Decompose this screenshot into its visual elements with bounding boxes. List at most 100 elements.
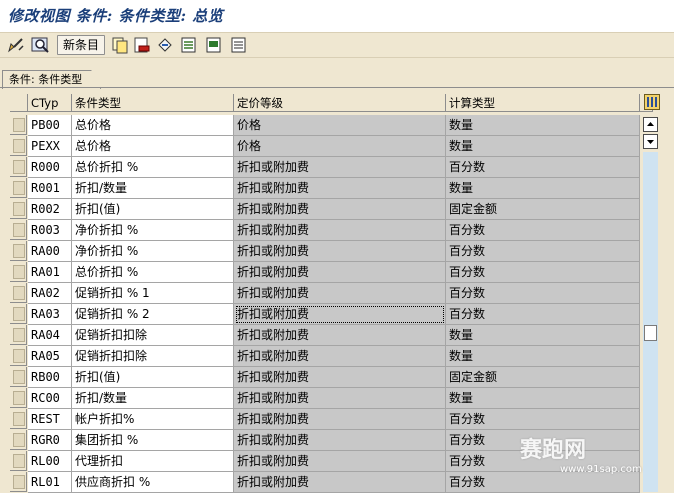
cell-ctyp[interactable]: RA02: [28, 283, 72, 304]
row-selector[interactable]: [10, 115, 27, 135]
cell-pricing-class: 折扣或附加费: [234, 409, 446, 430]
column-header-condition-type[interactable]: 条件类型: [72, 94, 234, 112]
row-selector[interactable]: [10, 367, 27, 387]
cell-condition-type[interactable]: 总价折扣 %: [72, 262, 234, 283]
cell-ctyp[interactable]: RA00: [28, 241, 72, 262]
cell-pricing-class: 折扣或附加费: [234, 241, 446, 262]
cell-pricing-class: 折扣或附加费: [234, 346, 446, 367]
cell-condition-type[interactable]: 净价折扣 %: [72, 220, 234, 241]
cell-pricing-class: 价格: [234, 136, 446, 157]
cell-ctyp[interactable]: RA04: [28, 325, 72, 346]
cell-condition-type[interactable]: 折扣(值): [72, 367, 234, 388]
row-selector[interactable]: [10, 325, 27, 345]
display-change-icon[interactable]: [6, 35, 26, 55]
vertical-scrollbar-thumb[interactable]: [644, 325, 657, 341]
cell-pricing-class: 折扣或附加费: [234, 472, 446, 493]
cell-ctyp[interactable]: RL01: [28, 472, 72, 493]
row-selector[interactable]: [10, 220, 27, 240]
cell-condition-type[interactable]: 供应商折扣 %: [72, 472, 234, 493]
column-header-pricing-class[interactable]: 定价等级: [234, 94, 446, 112]
cell-calculation-type: 百分数: [446, 220, 640, 241]
cell-calculation-type: 数量: [446, 136, 640, 157]
cell-pricing-class: 折扣或附加费: [234, 220, 446, 241]
cell-ctyp[interactable]: RA03: [28, 304, 72, 325]
select-all-icon[interactable]: [180, 35, 198, 55]
cell-calculation-type: 数量: [446, 325, 640, 346]
cell-condition-type[interactable]: 帐户折扣%: [72, 409, 234, 430]
cell-condition-type[interactable]: 促销折扣 % 2: [72, 304, 234, 325]
cell-calculation-type: 百分数: [446, 283, 640, 304]
new-entries-button[interactable]: 新条目: [57, 35, 106, 55]
cell-pricing-class: 折扣或附加费: [234, 199, 446, 220]
cell-condition-type[interactable]: 集团折扣 %: [72, 430, 234, 451]
select-block-icon[interactable]: [205, 35, 223, 55]
row-selector[interactable]: [10, 262, 27, 282]
cell-calculation-type: 数量: [446, 178, 640, 199]
cell-ctyp[interactable]: RA01: [28, 262, 72, 283]
cell-ctyp[interactable]: RA05: [28, 346, 72, 367]
cell-pricing-class: 折扣或附加费: [234, 430, 446, 451]
delete-icon[interactable]: [133, 35, 151, 55]
row-selector[interactable]: [10, 157, 27, 177]
cell-condition-type[interactable]: 总价格: [72, 136, 234, 157]
row-selector[interactable]: [10, 472, 27, 492]
row-selector[interactable]: [10, 178, 27, 198]
cell-ctyp[interactable]: PB00: [28, 115, 72, 136]
cell-ctyp[interactable]: PEXX: [28, 136, 72, 157]
row-selector[interactable]: [10, 388, 27, 408]
cell-condition-type[interactable]: 总价折扣 %: [72, 157, 234, 178]
column-header-ctyp[interactable]: CTyp: [28, 94, 72, 112]
cell-pricing-class: 折扣或附加费: [234, 388, 446, 409]
cell-ctyp[interactable]: R000: [28, 157, 72, 178]
cell-condition-type[interactable]: 促销折扣 % 1: [72, 283, 234, 304]
scroll-up-button[interactable]: [643, 117, 658, 132]
cell-pricing-class: 折扣或附加费: [234, 451, 446, 472]
cell-ctyp[interactable]: RGR0: [28, 430, 72, 451]
row-selector[interactable]: [10, 283, 27, 303]
vertical-scrollbar-track[interactable]: [643, 152, 658, 492]
select-all-rows-header[interactable]: [10, 94, 28, 112]
cell-ctyp[interactable]: RC00: [28, 388, 72, 409]
cell-pricing-class: 折扣或附加费: [234, 283, 446, 304]
cell-calculation-type: 数量: [446, 346, 640, 367]
tab-divider: [0, 87, 674, 88]
copy-icon[interactable]: [111, 35, 129, 55]
cell-condition-type[interactable]: 净价折扣 %: [72, 241, 234, 262]
table-settings-icon[interactable]: [644, 94, 660, 110]
cell-ctyp[interactable]: RB00: [28, 367, 72, 388]
cell-calculation-type: 百分数: [446, 409, 640, 430]
tab-strip: 条件: 条件类型: [0, 70, 674, 88]
cell-ctyp[interactable]: R001: [28, 178, 72, 199]
cell-calculation-type: 百分数: [446, 304, 640, 325]
cell-calculation-type: 固定金额: [446, 199, 640, 220]
deselect-all-icon[interactable]: [230, 35, 248, 55]
cell-ctyp[interactable]: R003: [28, 220, 72, 241]
cell-condition-type[interactable]: 折扣/数量: [72, 388, 234, 409]
row-selector[interactable]: [10, 241, 27, 261]
row-selector[interactable]: [10, 409, 27, 429]
cell-pricing-class: 折扣或附加费: [234, 178, 446, 199]
cell-calculation-type: 数量: [446, 388, 640, 409]
cell-condition-type[interactable]: 折扣/数量: [72, 178, 234, 199]
cell-ctyp[interactable]: R002: [28, 199, 72, 220]
row-selector[interactable]: [10, 430, 27, 450]
cell-condition-type[interactable]: 促销折扣扣除: [72, 325, 234, 346]
row-selector[interactable]: [10, 304, 27, 324]
column-header-calculation-type[interactable]: 计算类型: [446, 94, 640, 112]
row-selector[interactable]: [10, 199, 27, 219]
watermark-logo: 赛跑网: [520, 437, 587, 463]
undo-icon[interactable]: [156, 35, 176, 55]
cell-condition-type[interactable]: 促销折扣扣除: [72, 346, 234, 367]
cell-ctyp[interactable]: REST: [28, 409, 72, 430]
find-icon[interactable]: [31, 35, 51, 55]
row-selector[interactable]: [10, 451, 27, 471]
cell-calculation-type: 百分数: [446, 157, 640, 178]
row-selector[interactable]: [10, 346, 27, 366]
cell-condition-type[interactable]: 代理折扣: [72, 451, 234, 472]
cell-ctyp[interactable]: RL00: [28, 451, 72, 472]
cell-condition-type[interactable]: 总价格: [72, 115, 234, 136]
cell-calculation-type: 百分数: [446, 241, 640, 262]
row-selector[interactable]: [10, 136, 27, 156]
cell-condition-type[interactable]: 折扣(值): [72, 199, 234, 220]
scroll-down-button[interactable]: [643, 134, 658, 149]
